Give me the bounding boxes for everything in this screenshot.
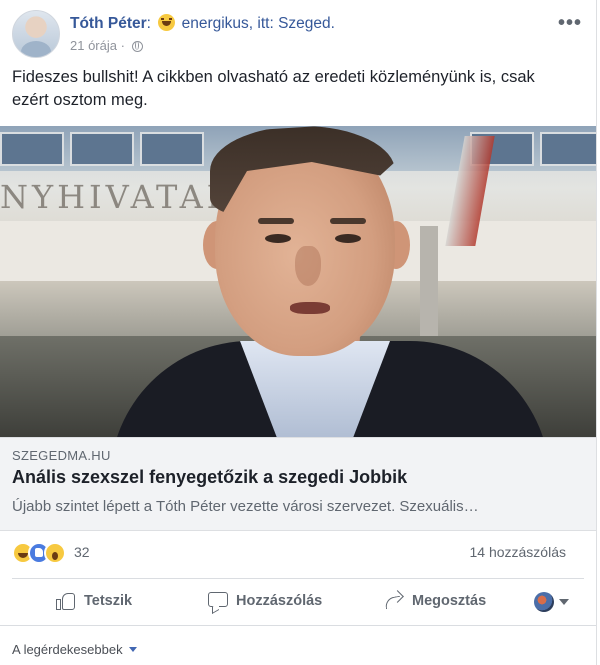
chevron-down-icon	[559, 599, 569, 605]
like-label: Tetszik	[84, 593, 133, 609]
window	[70, 132, 134, 166]
author-line: Tóth Péter: energikus, itt: Szeged.	[70, 14, 335, 33]
window	[540, 132, 596, 166]
share-label: Megosztás	[412, 593, 487, 609]
viewer-avatar	[534, 592, 554, 612]
comment-sort-dropdown[interactable]: A legérdekesebbek	[12, 642, 137, 657]
person-brow	[258, 218, 294, 224]
link-preview-image[interactable]: NYHIVATAL	[0, 126, 596, 437]
link-description: Újabb szintet lépett a Tóth Péter vezett…	[12, 498, 479, 515]
building-sign: NYHIVATAL	[0, 178, 232, 216]
person-eye	[335, 234, 361, 243]
thumbs-up-icon	[56, 591, 76, 611]
person-mouth	[290, 302, 330, 314]
link-domain: SZEGEDMA.HU	[12, 448, 111, 463]
post-actions: Tetszik Hozzászólás Megosztás	[0, 583, 596, 619]
comment-button[interactable]: Hozzászólás	[208, 583, 322, 619]
author-avatar[interactable]	[12, 10, 60, 58]
chevron-down-icon	[128, 647, 137, 652]
meta-separator: ·	[120, 38, 125, 53]
globe-icon[interactable]	[131, 41, 143, 52]
post-text: Fideszes bullshit! A cikkben olvasható a…	[12, 68, 535, 109]
comment-label: Hozzászólás	[236, 593, 323, 609]
comment-count[interactable]: 14 hozzászólás	[469, 544, 566, 560]
speech-bubble-icon	[208, 591, 228, 611]
feeling-laughing-icon	[158, 14, 176, 31]
wow-reaction-icon	[44, 542, 66, 564]
window	[0, 132, 64, 166]
link-preview-meta[interactable]: SZEGEDMA.HU Anális szexszel fenyegetőzik…	[0, 437, 596, 531]
more-options-icon[interactable]: •••	[558, 13, 582, 33]
feed-post-card: Tóth Péter: energikus, itt: Szeged. 21 ó…	[0, 0, 597, 665]
person-brow	[330, 218, 366, 224]
window	[140, 132, 204, 166]
divider	[0, 625, 596, 626]
reaction-count[interactable]: 32	[74, 544, 90, 560]
feeling-location-text[interactable]: energikus, itt: Szeged.	[182, 15, 335, 32]
post-timestamp[interactable]: 21 órája	[70, 38, 117, 53]
person-eye	[265, 234, 291, 243]
comment-sort-label: A legérdekesebbek	[12, 642, 123, 657]
post-meta: 21 órája ·	[70, 38, 143, 53]
share-arrow-icon	[384, 591, 404, 611]
author-colon: :	[146, 15, 151, 32]
link-title[interactable]: Anális szexszel fenyegetőzik a szegedi J…	[12, 467, 407, 488]
divider	[12, 578, 584, 579]
share-button[interactable]: Megosztás	[384, 583, 486, 619]
post-as-selector[interactable]	[534, 592, 569, 612]
person-nose	[295, 246, 321, 286]
post-header: Tóth Péter: energikus, itt: Szeged. 21 ó…	[12, 10, 592, 60]
author-name[interactable]: Tóth Péter	[70, 15, 147, 32]
like-button[interactable]: Tetszik	[56, 583, 132, 619]
